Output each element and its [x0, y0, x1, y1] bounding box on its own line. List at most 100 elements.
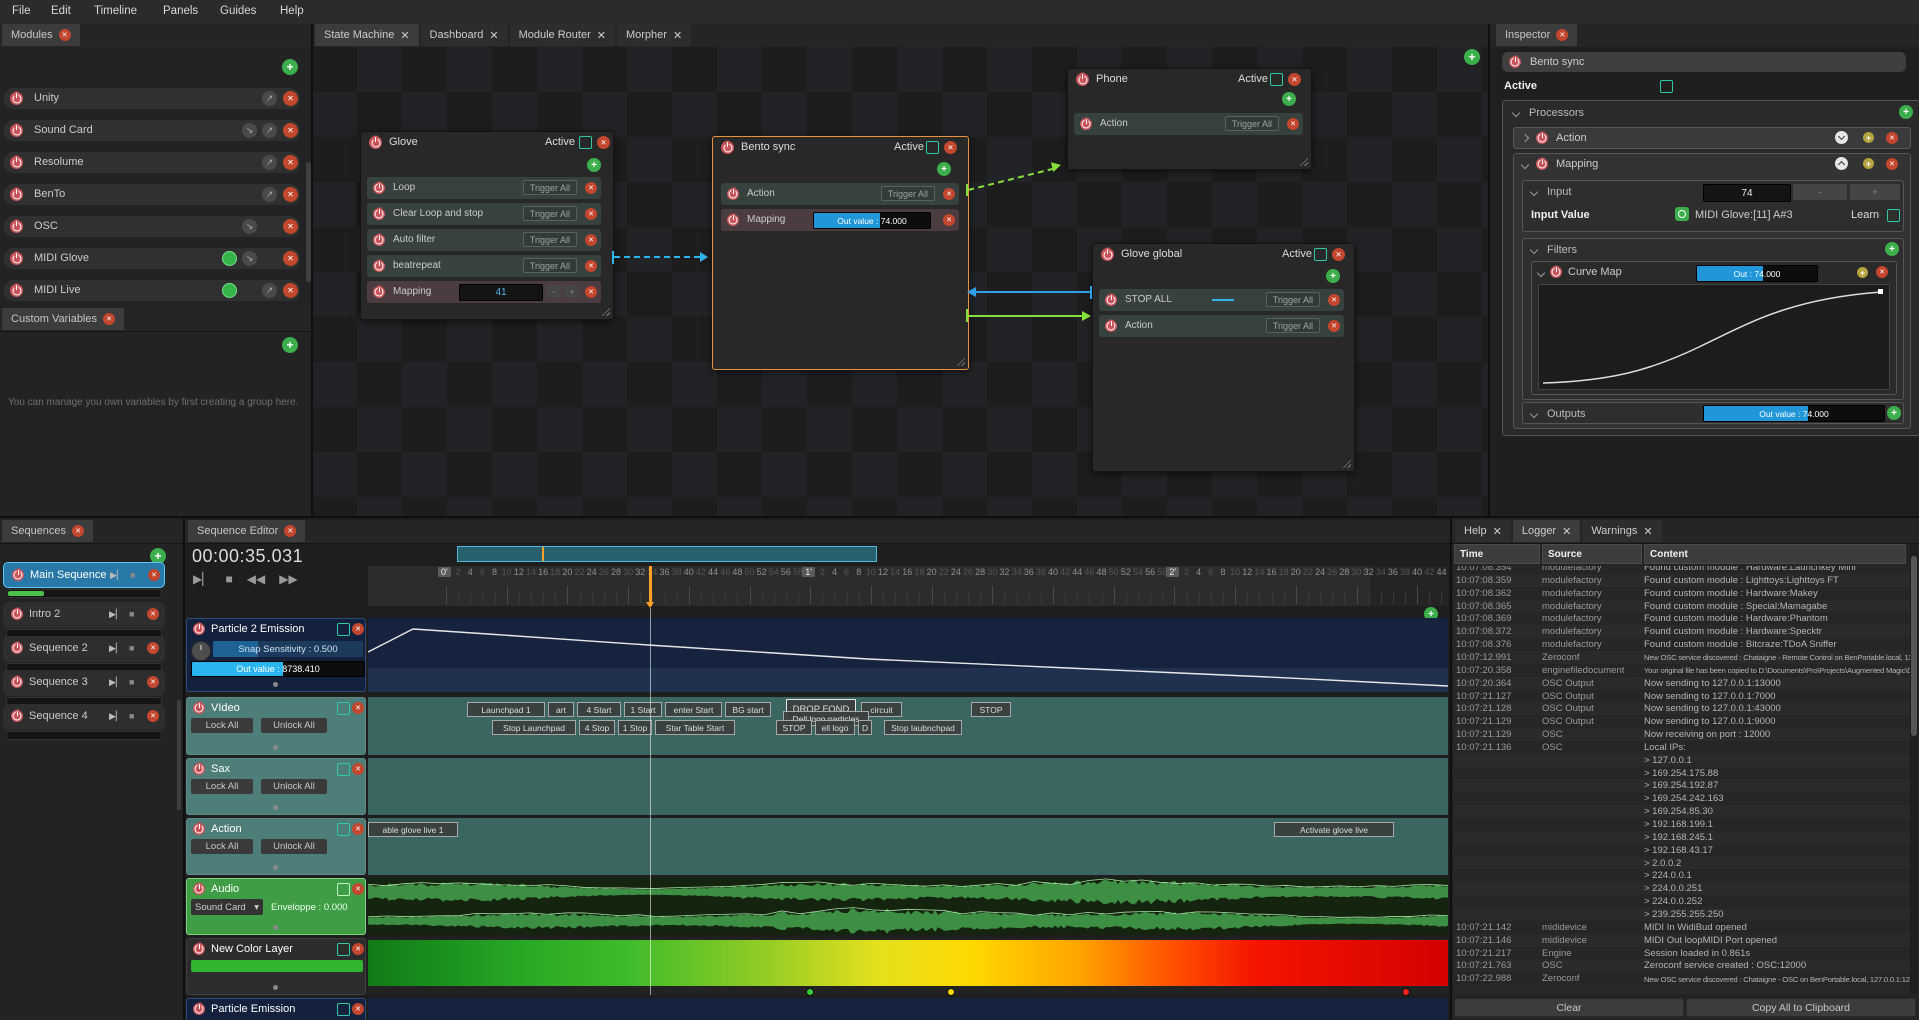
close-icon[interactable]: ✕ — [585, 234, 597, 246]
track-header-sax[interactable]: Sax ✕ Lock All Unlock All — [186, 758, 366, 815]
power-icon[interactable] — [1536, 132, 1548, 144]
knob-icon[interactable] — [191, 641, 211, 661]
close-icon[interactable]: ✕ — [1332, 248, 1345, 261]
unlock-all-button[interactable]: Unlock All — [261, 839, 327, 854]
close-icon[interactable]: ✕ — [103, 313, 115, 325]
chevron-down-icon[interactable] — [1512, 109, 1520, 117]
add-variable-group-button[interactable]: + — [282, 337, 298, 353]
resize-handle[interactable] — [954, 355, 965, 366]
close-icon[interactable]: ✕ — [59, 29, 71, 41]
unlock-all-button[interactable]: Unlock All — [261, 779, 327, 794]
power-icon[interactable] — [721, 141, 734, 154]
sequence-item-sequence-3[interactable]: Sequence 3▶▏■✕ — [3, 670, 165, 696]
power-icon[interactable] — [11, 676, 23, 688]
trigger-all-button[interactable]: Trigger All — [523, 206, 577, 221]
power-icon[interactable] — [373, 234, 385, 246]
track-header-particle2emission[interactable]: Particle 2 Emission ✕ Snap Sensitivity :… — [186, 618, 366, 692]
detach-icon[interactable]: ↘ — [242, 219, 257, 234]
trigger-all-button[interactable]: Trigger All — [1266, 318, 1320, 333]
trigger-launchpad-1[interactable]: Launchpad 1 — [467, 702, 545, 717]
track-header-video[interactable]: VIdeo ✕ Lock All Unlock All — [186, 697, 366, 755]
sequences-scrollbar[interactable] — [177, 700, 181, 810]
node-row-action[interactable]: Action Trigger All ✕ — [721, 183, 959, 205]
play-button[interactable]: ▶▏ — [109, 711, 123, 722]
lock-all-button[interactable]: Lock All — [191, 839, 253, 854]
playhead-marker[interactable] — [649, 566, 651, 606]
node-bento-sync[interactable]: Bento sync Active ✕ + Action Trigger All… — [712, 136, 969, 370]
trigger-stop-launchpad[interactable]: Stop Launchpad — [492, 720, 576, 735]
resize-handle[interactable] — [1297, 155, 1308, 166]
power-icon[interactable] — [1105, 320, 1117, 332]
lane-sax[interactable] — [368, 758, 1448, 815]
node-glove[interactable]: Glove Active ✕ + LoopTrigger All✕Clear L… — [360, 131, 614, 320]
close-icon[interactable]: ✕ — [1886, 158, 1898, 170]
trigger-1-stop[interactable]: 1 Stop — [618, 720, 652, 735]
collapse-dot[interactable] — [273, 865, 278, 870]
power-icon[interactable] — [727, 188, 739, 200]
lock-all-button[interactable]: Lock All — [191, 718, 253, 733]
power-icon[interactable] — [11, 710, 23, 722]
active-checkbox[interactable] — [579, 136, 592, 149]
track-header-newcolorlayer[interactable]: New Color Layer ✕ — [186, 938, 366, 995]
close-icon[interactable]: ✕ — [147, 710, 159, 722]
power-icon[interactable] — [373, 182, 385, 194]
chevron-circle-icon[interactable] — [1835, 131, 1848, 144]
close-icon[interactable]: ✕ — [597, 136, 610, 149]
add-icon[interactable]: + — [1863, 158, 1874, 169]
stop-button[interactable]: ■ — [129, 711, 134, 721]
active-checkbox[interactable] — [1270, 73, 1283, 86]
stop-button[interactable]: ■ — [129, 677, 134, 687]
stop-button[interactable]: ■ — [225, 572, 232, 586]
column-header-content[interactable]: Content — [1644, 544, 1906, 564]
play-button[interactable]: ▶▏ — [109, 609, 123, 620]
close-icon[interactable]: ✕ — [400, 29, 409, 42]
module-row-midi-glove[interactable]: MIDI Glove↘✕ — [4, 248, 300, 269]
power-icon[interactable] — [12, 569, 24, 581]
trigger-all-button[interactable]: Trigger All — [881, 186, 935, 201]
menu-item-help[interactable]: Help — [280, 5, 304, 17]
track-header-audio[interactable]: Audio ✕ Sound Card▾ Enveloppe : 0.000 — [186, 878, 366, 935]
track-checkbox[interactable] — [337, 1003, 350, 1016]
close-icon[interactable]: ✕ — [943, 188, 955, 200]
trigger-enter-start[interactable]: enter Start — [665, 702, 722, 717]
close-icon[interactable]: ✕ — [147, 642, 159, 654]
menu-item-timeline[interactable]: Timeline — [94, 5, 137, 17]
power-icon[interactable] — [1076, 73, 1089, 86]
gradient-marker[interactable] — [806, 988, 814, 996]
menu-item-file[interactable]: File — [12, 5, 31, 17]
connection-green-dashed[interactable] — [968, 168, 1054, 191]
close-icon[interactable]: ✕ — [1328, 320, 1340, 332]
track-header-particleemission[interactable]: Particle Emission ✕ Snap Sensitivity : 0… — [186, 998, 366, 1020]
trigger-all-button[interactable]: Trigger All — [523, 232, 577, 247]
trigger-activate-glove-live[interactable]: Activate glove live — [1274, 822, 1394, 837]
track-checkbox[interactable] — [337, 623, 350, 636]
chevron-down-icon[interactable] — [1530, 410, 1538, 418]
chevron-down-icon[interactable] — [1530, 246, 1538, 254]
close-icon[interactable]: ✕ — [1556, 29, 1568, 41]
chevron-down-icon[interactable] — [1530, 188, 1538, 196]
play-button[interactable]: ▶▏ — [109, 643, 123, 654]
mapping-value[interactable]: 41 — [459, 284, 543, 301]
menu-item-edit[interactable]: Edit — [51, 5, 71, 17]
node-row-mapping[interactable]: Mapping 41 - + ✕ — [367, 281, 601, 303]
power-icon[interactable] — [369, 136, 382, 149]
power-icon[interactable] — [1080, 118, 1092, 130]
detach-icon[interactable]: ↘ — [242, 123, 257, 138]
module-row-resolume[interactable]: Resolume↗✕ — [4, 152, 300, 173]
play-button[interactable]: ▶▏ — [110, 570, 124, 581]
close-icon[interactable]: ✕ — [148, 569, 160, 581]
collapse-dot[interactable] — [273, 925, 278, 930]
trigger-all-button[interactable]: Trigger All — [1266, 292, 1320, 307]
chevron-down-icon[interactable] — [1521, 161, 1529, 169]
close-icon[interactable]: ✕ — [352, 702, 364, 714]
close-icon[interactable]: ✕ — [352, 823, 364, 835]
close-icon[interactable]: ✕ — [72, 525, 84, 537]
module-row-midi-live[interactable]: MIDI Live↗✕ — [4, 280, 300, 301]
close-icon[interactable]: ✕ — [489, 29, 498, 42]
power-icon[interactable] — [1105, 294, 1117, 306]
node-row-mapping[interactable]: Mapping Out value : 74.000 ✕ — [721, 209, 959, 231]
close-icon[interactable]: ✕ — [585, 286, 597, 298]
add-module-button[interactable]: + — [282, 59, 298, 75]
node-phone[interactable]: Phone Active ✕ + ActionTrigger All✕ — [1067, 68, 1312, 170]
close-icon[interactable]: ✕ — [585, 182, 597, 194]
